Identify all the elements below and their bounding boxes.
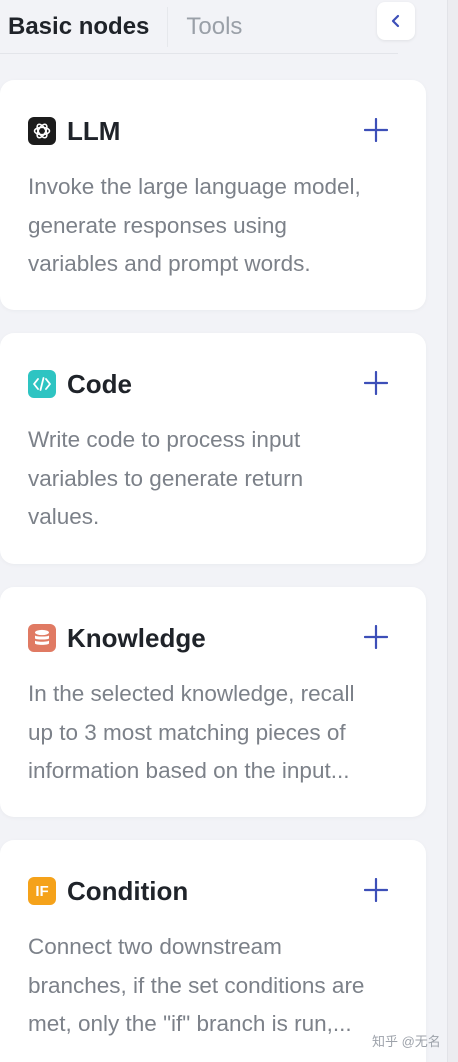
if-icon-label: IF [35,882,49,900]
add-node-button[interactable] [360,621,392,653]
description-line: Write code to process input [28,427,301,452]
if-icon: IF [28,877,56,905]
tab-basic-nodes[interactable]: Basic nodes [0,7,167,47]
node-title: Code [67,368,132,399]
node-description: Write code to process input variables to… [28,421,400,537]
description-line: branches, if the set conditions are [28,972,365,998]
database-icon [28,624,56,652]
node-card-llm[interactable]: LLM Invoke the large language model, gen… [0,80,426,310]
node-card-header: LLM [28,116,120,146]
collapse-panel-button[interactable] [377,2,415,40]
node-card-header: Knowledge [28,623,206,653]
node-description: Invoke the large language model, generat… [28,168,400,284]
description-line: values. [28,504,100,529]
description-line: met, only the "if" branch is run,... [28,1011,352,1036]
add-node-button[interactable] [360,114,392,146]
node-card-knowledge[interactable]: Knowledge In the selected knowledge, rec… [0,587,426,817]
watermark: 知乎 @无名 [372,1034,441,1049]
code-icon [28,370,56,398]
plus-icon [364,118,388,142]
node-title: Knowledge [67,622,206,653]
node-tabs: Basic nodes Tools [0,0,398,54]
node-description: Connect two downstream branches, if the … [28,928,400,1044]
description-line: Connect two downstream [28,934,282,959]
node-description: In the selected knowledge, recall up to … [28,675,400,791]
node-card-header: Code [28,369,132,399]
chevron-left-icon [391,14,400,28]
description-line: variables and prompt words. [28,251,311,276]
node-panel: Basic nodes Tools LLM Invoke the large l… [0,0,458,1062]
description-line: Invoke the large language model, [28,174,361,199]
scrollbar[interactable] [447,0,458,1062]
description-line: variables to generate return [28,465,304,491]
description-line: In the selected knowledge, recall [28,681,355,706]
openai-icon [28,117,56,145]
node-card-condition[interactable]: IF Condition Connect two downstream bran… [0,840,426,1062]
plus-icon [364,625,388,649]
plus-icon [364,371,388,395]
node-card-code[interactable]: Code Write code to process input variabl… [0,333,426,564]
tab-tools[interactable]: Tools [167,6,242,47]
description-line: generate responses using [28,212,287,238]
description-line: up to 3 most matching pieces of [28,719,346,745]
node-title: LLM [67,115,121,146]
node-title: Condition [67,875,189,906]
description-line: information based on the input... [28,758,350,783]
add-node-button[interactable] [360,874,392,906]
add-node-button[interactable] [360,367,392,399]
plus-icon [364,878,388,902]
node-card-header: IF Condition [28,876,188,906]
